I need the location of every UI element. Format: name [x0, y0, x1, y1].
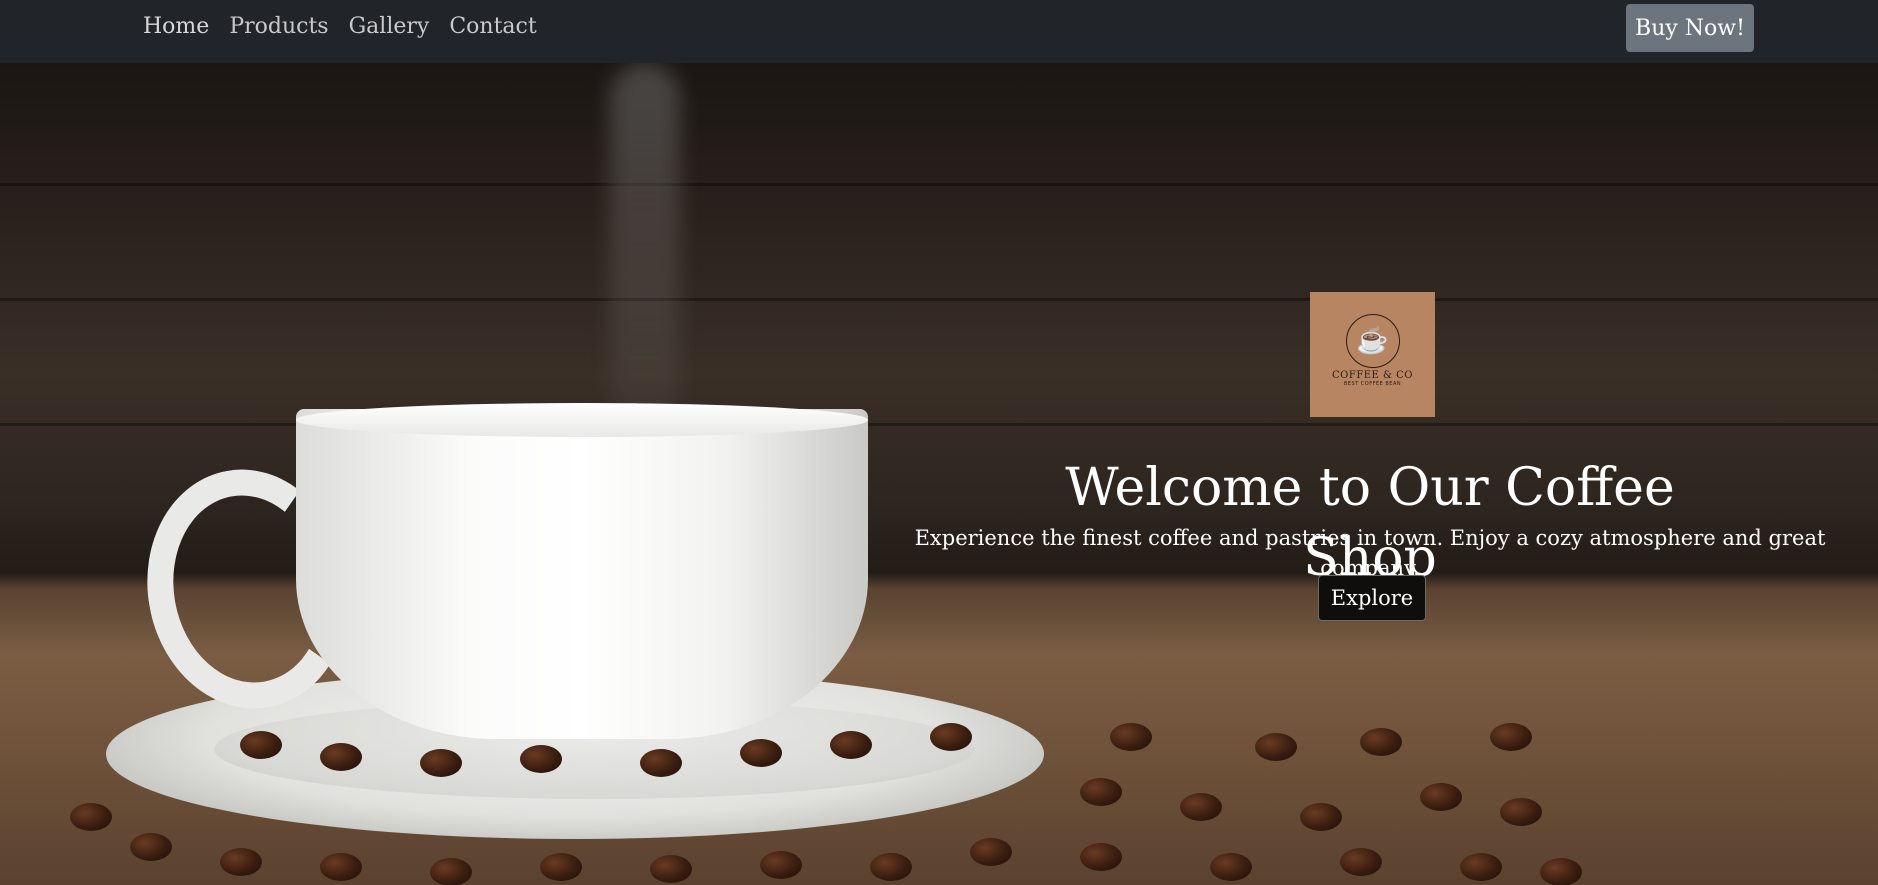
logo-tagline: BEST COFFEE BEAN — [1343, 381, 1402, 387]
coffee-cup-icon: ☕ — [1345, 314, 1400, 368]
coffee-bean — [760, 851, 802, 879]
coffee-bean — [420, 749, 462, 777]
coffee-bean — [220, 848, 262, 876]
coffee-bean — [1360, 728, 1402, 756]
coffee-bean — [240, 731, 282, 759]
hero-subtitle: Experience the finest coffee and pastrie… — [914, 526, 1826, 580]
coffee-bean — [1540, 858, 1582, 885]
coffee-bean — [930, 723, 972, 751]
coffee-bean — [1180, 793, 1222, 821]
coffee-bean — [970, 838, 1012, 866]
navbar: Home Products Gallery Contact Buy Now! — [0, 0, 1878, 63]
logo-name: COFFEE & CO — [1332, 370, 1413, 381]
coffee-bean — [1500, 798, 1542, 826]
coffee-bean — [1490, 723, 1532, 751]
coffee-bean — [320, 743, 362, 771]
coffee-bean — [1420, 783, 1462, 811]
nav-link-home[interactable]: Home — [143, 12, 209, 42]
coffee-bean — [130, 833, 172, 861]
coffee-bean — [740, 739, 782, 767]
coffee-bean — [1210, 853, 1252, 881]
hero-section: ☕ COFFEE & CO BEST COFFEE BEAN Welcome t… — [0, 63, 1878, 885]
coffee-bean — [540, 853, 582, 881]
coffee-bean — [640, 749, 682, 777]
wood-plank-line — [0, 298, 1878, 301]
coffee-bean — [430, 858, 472, 885]
coffee-bean — [1300, 803, 1342, 831]
coffee-bean — [70, 803, 112, 831]
coffee-bean — [320, 853, 362, 881]
coffee-bean — [520, 745, 562, 773]
coffee-bean — [1255, 733, 1297, 761]
nav-link-products[interactable]: Products — [229, 12, 328, 42]
steam — [610, 63, 680, 423]
coffee-cup — [296, 409, 868, 739]
nav-link-gallery[interactable]: Gallery — [349, 12, 430, 42]
wood-plank-line — [0, 183, 1878, 186]
coffee-bean — [1110, 723, 1152, 751]
coffee-bean — [830, 731, 872, 759]
nav-link-contact[interactable]: Contact — [449, 12, 536, 42]
coffee-bean — [650, 855, 692, 883]
nav-links: Home Products Gallery Contact — [143, 12, 537, 42]
coffee-bean — [1340, 848, 1382, 876]
cup-rim — [296, 403, 868, 437]
coffee-bean — [1080, 778, 1122, 806]
explore-button[interactable]: Explore — [1318, 575, 1426, 621]
wood-plank-line — [0, 423, 1878, 426]
brand-logo: ☕ COFFEE & CO BEST COFFEE BEAN — [1310, 292, 1435, 417]
coffee-bean — [1460, 853, 1502, 881]
coffee-bean — [1080, 843, 1122, 871]
coffee-bean — [870, 853, 912, 881]
buy-now-button[interactable]: Buy Now! — [1626, 4, 1754, 52]
